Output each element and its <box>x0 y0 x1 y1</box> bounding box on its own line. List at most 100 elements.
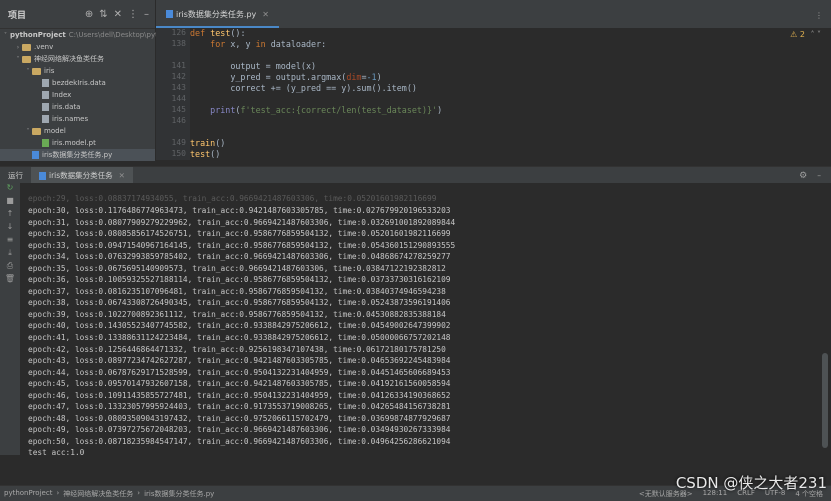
project-header: 项目 ⊕ ⇅ ✕ ⋮ – <box>0 0 155 29</box>
tree-item-label: iris.data <box>52 103 81 111</box>
breadcrumb: pythonProject › 神经网络解决鱼类任务 › iris数据集分类任务.py <box>0 489 214 499</box>
file-icon <box>42 103 49 111</box>
tree-item-path: C:\Users\dell\Desktop\pyth <box>68 31 163 39</box>
run-console[interactable]: epoch:30, loss:0.1176486774963473, train… <box>20 183 819 455</box>
tree-item[interactable]: Index <box>0 89 155 101</box>
minimize-icon[interactable]: – <box>144 9 149 20</box>
console-line: epoch:42, loss:0.1256446864471332, train… <box>28 344 446 354</box>
trash-icon[interactable]: 🗑 <box>5 274 15 287</box>
console-line: epoch:49, loss:0.07397275672048203, trai… <box>28 425 451 435</box>
tree-item[interactable]: › .venv <box>0 41 155 53</box>
code-line: output = model(x) <box>190 61 317 71</box>
project-title[interactable]: 项目 <box>8 8 26 21</box>
console-line: epoch:43, loss:0.08977234742627287, trai… <box>28 356 451 366</box>
code-editor[interactable]: ⚠ 2 ˄ ˅ def test(): for x, y in dataload… <box>190 28 831 160</box>
console-line: epoch:50, loss:0.08718235984547147, trai… <box>28 436 451 446</box>
tree-item[interactable]: ˅ 神经网络解决鱼类任务 <box>0 53 155 65</box>
file-icon <box>42 91 49 99</box>
down-arrow-icon[interactable]: ↓ <box>7 222 14 235</box>
file-icon <box>42 115 49 123</box>
run-tab[interactable]: iris数据集分类任务 ✕ <box>31 167 133 184</box>
chevron-icon[interactable]: ˅ <box>4 32 7 39</box>
folder-icon <box>32 67 41 75</box>
tree-item[interactable]: iris.data <box>0 101 155 113</box>
chevron-icon[interactable]: ˅ <box>24 68 32 75</box>
folder-icon <box>32 127 41 135</box>
line-number: 143 <box>171 83 186 92</box>
editor-tab[interactable]: iris数据集分类任务.py ✕ <box>156 2 279 28</box>
warning-indicator[interactable]: ⚠ 2 ˄ ˅ <box>790 30 821 39</box>
scroll-end-icon[interactable]: ⤓ <box>8 248 12 261</box>
clipped-output-line: epoch:29, loss:0.08837174934055, train_a… <box>28 194 437 203</box>
collapse-icon[interactable]: ⇅ <box>99 9 107 20</box>
code-line: train() <box>190 138 226 148</box>
python-file-icon <box>166 10 173 18</box>
console-line: epoch:45, loss:0.09570147932607158, trai… <box>28 379 451 389</box>
watermark: CSDN @侠之大者231 <box>675 474 827 492</box>
breadcrumb-item[interactable]: pythonProject <box>4 489 52 499</box>
up-arrow-icon[interactable]: ↑ <box>7 209 14 222</box>
close-tab-icon[interactable]: ✕ <box>262 10 269 19</box>
chevron-down-icon[interactable]: ˅ <box>817 30 821 39</box>
tree-item-label: bezdekIris.data <box>52 79 106 87</box>
locate-icon[interactable]: ⊕ <box>85 9 93 20</box>
minimize-icon[interactable]: – <box>817 171 831 180</box>
line-number: 141 <box>171 61 186 70</box>
gear-icon[interactable]: ⚙ <box>799 171 817 181</box>
close-icon[interactable]: ✕ <box>114 9 122 20</box>
tree-item[interactable]: ˅ iris <box>0 65 155 77</box>
tree-item-label: iris.model.pt <box>52 139 96 147</box>
wrap-icon[interactable]: ≡ <box>7 235 14 248</box>
tree-item[interactable]: ˅ model <box>0 125 155 137</box>
console-line: epoch:39, loss:0.1022700892361112, train… <box>28 309 446 319</box>
console-line: epoch:30, loss:0.1176486774963473, train… <box>28 206 451 215</box>
breadcrumb-item[interactable]: 神经网络解决鱼类任务 <box>63 489 133 499</box>
tree-item[interactable]: ˅ pythonProject C:\Users\dell\Desktop\pyth <box>0 29 162 41</box>
chevron-up-icon[interactable]: ˄ <box>810 30 814 39</box>
chevron-icon[interactable]: ˅ <box>24 128 32 135</box>
more-icon[interactable]: ⋮ <box>128 9 138 20</box>
breadcrumb-separator: › <box>56 488 60 497</box>
console-scrollbar[interactable] <box>819 183 831 455</box>
tree-item-label: Index <box>52 91 72 99</box>
console-line: epoch:32, loss:0.08085856174526751, trai… <box>28 229 451 239</box>
project-tree: ˅ pythonProject C:\Users\dell\Desktop\pyth… <box>0 29 162 161</box>
line-number: 144 <box>171 94 186 103</box>
chevron-icon[interactable]: › <box>14 44 22 51</box>
close-run-tab-icon[interactable]: ✕ <box>119 171 125 180</box>
breadcrumb-item[interactable]: iris数据集分类任务.py <box>144 489 214 499</box>
tree-item-label: pythonProject <box>10 31 66 39</box>
stop-icon[interactable]: ■ <box>6 196 14 209</box>
line-number: 126 <box>171 28 186 37</box>
chevron-icon[interactable]: ˅ <box>14 56 22 63</box>
breadcrumb-separator: › <box>137 488 141 497</box>
tree-item[interactable]: iris.names <box>0 113 155 125</box>
run-header: 运行 iris数据集分类任务 ✕ ⚙ – <box>0 166 831 184</box>
file-icon <box>42 79 49 87</box>
tree-item[interactable]: iris数据集分类任务.py <box>0 149 155 161</box>
console-line: epoch:40, loss:0.14305523407745582, trai… <box>28 321 451 331</box>
run-label[interactable]: 运行 <box>0 170 31 181</box>
folder-icon <box>22 55 31 63</box>
tree-item[interactable]: bezdekIris.data <box>0 77 155 89</box>
console-line: epoch:37, loss:0.0816235107096481, train… <box>28 286 446 296</box>
editor-tab-label: iris数据集分类任务.py <box>176 9 257 19</box>
run-tab-label: iris数据集分类任务 <box>49 171 113 180</box>
console-line: epoch:34, loss:0.07632993859785402, trai… <box>28 252 451 262</box>
code-line: y_pred = output.argmax(dim=-1) <box>190 72 382 82</box>
editor-tab-bar: iris数据集分类任务.py ✕ ⋮ <box>156 0 831 29</box>
line-number: 145 <box>171 105 186 114</box>
python-file-icon <box>39 171 46 180</box>
console-line: epoch:44, loss:0.06787629171528599, trai… <box>28 367 451 377</box>
line-number: 142 <box>171 72 186 81</box>
rerun-icon[interactable]: ↻ <box>7 183 14 196</box>
line-number: 138 <box>171 39 186 48</box>
more-tabs-icon[interactable]: ⋮ <box>815 11 823 20</box>
tree-item[interactable]: iris.model.pt <box>0 137 155 149</box>
print-icon[interactable]: ⎙ <box>7 261 13 274</box>
tree-item-label: iris <box>44 67 55 75</box>
tree-item-label: .venv <box>34 43 54 51</box>
